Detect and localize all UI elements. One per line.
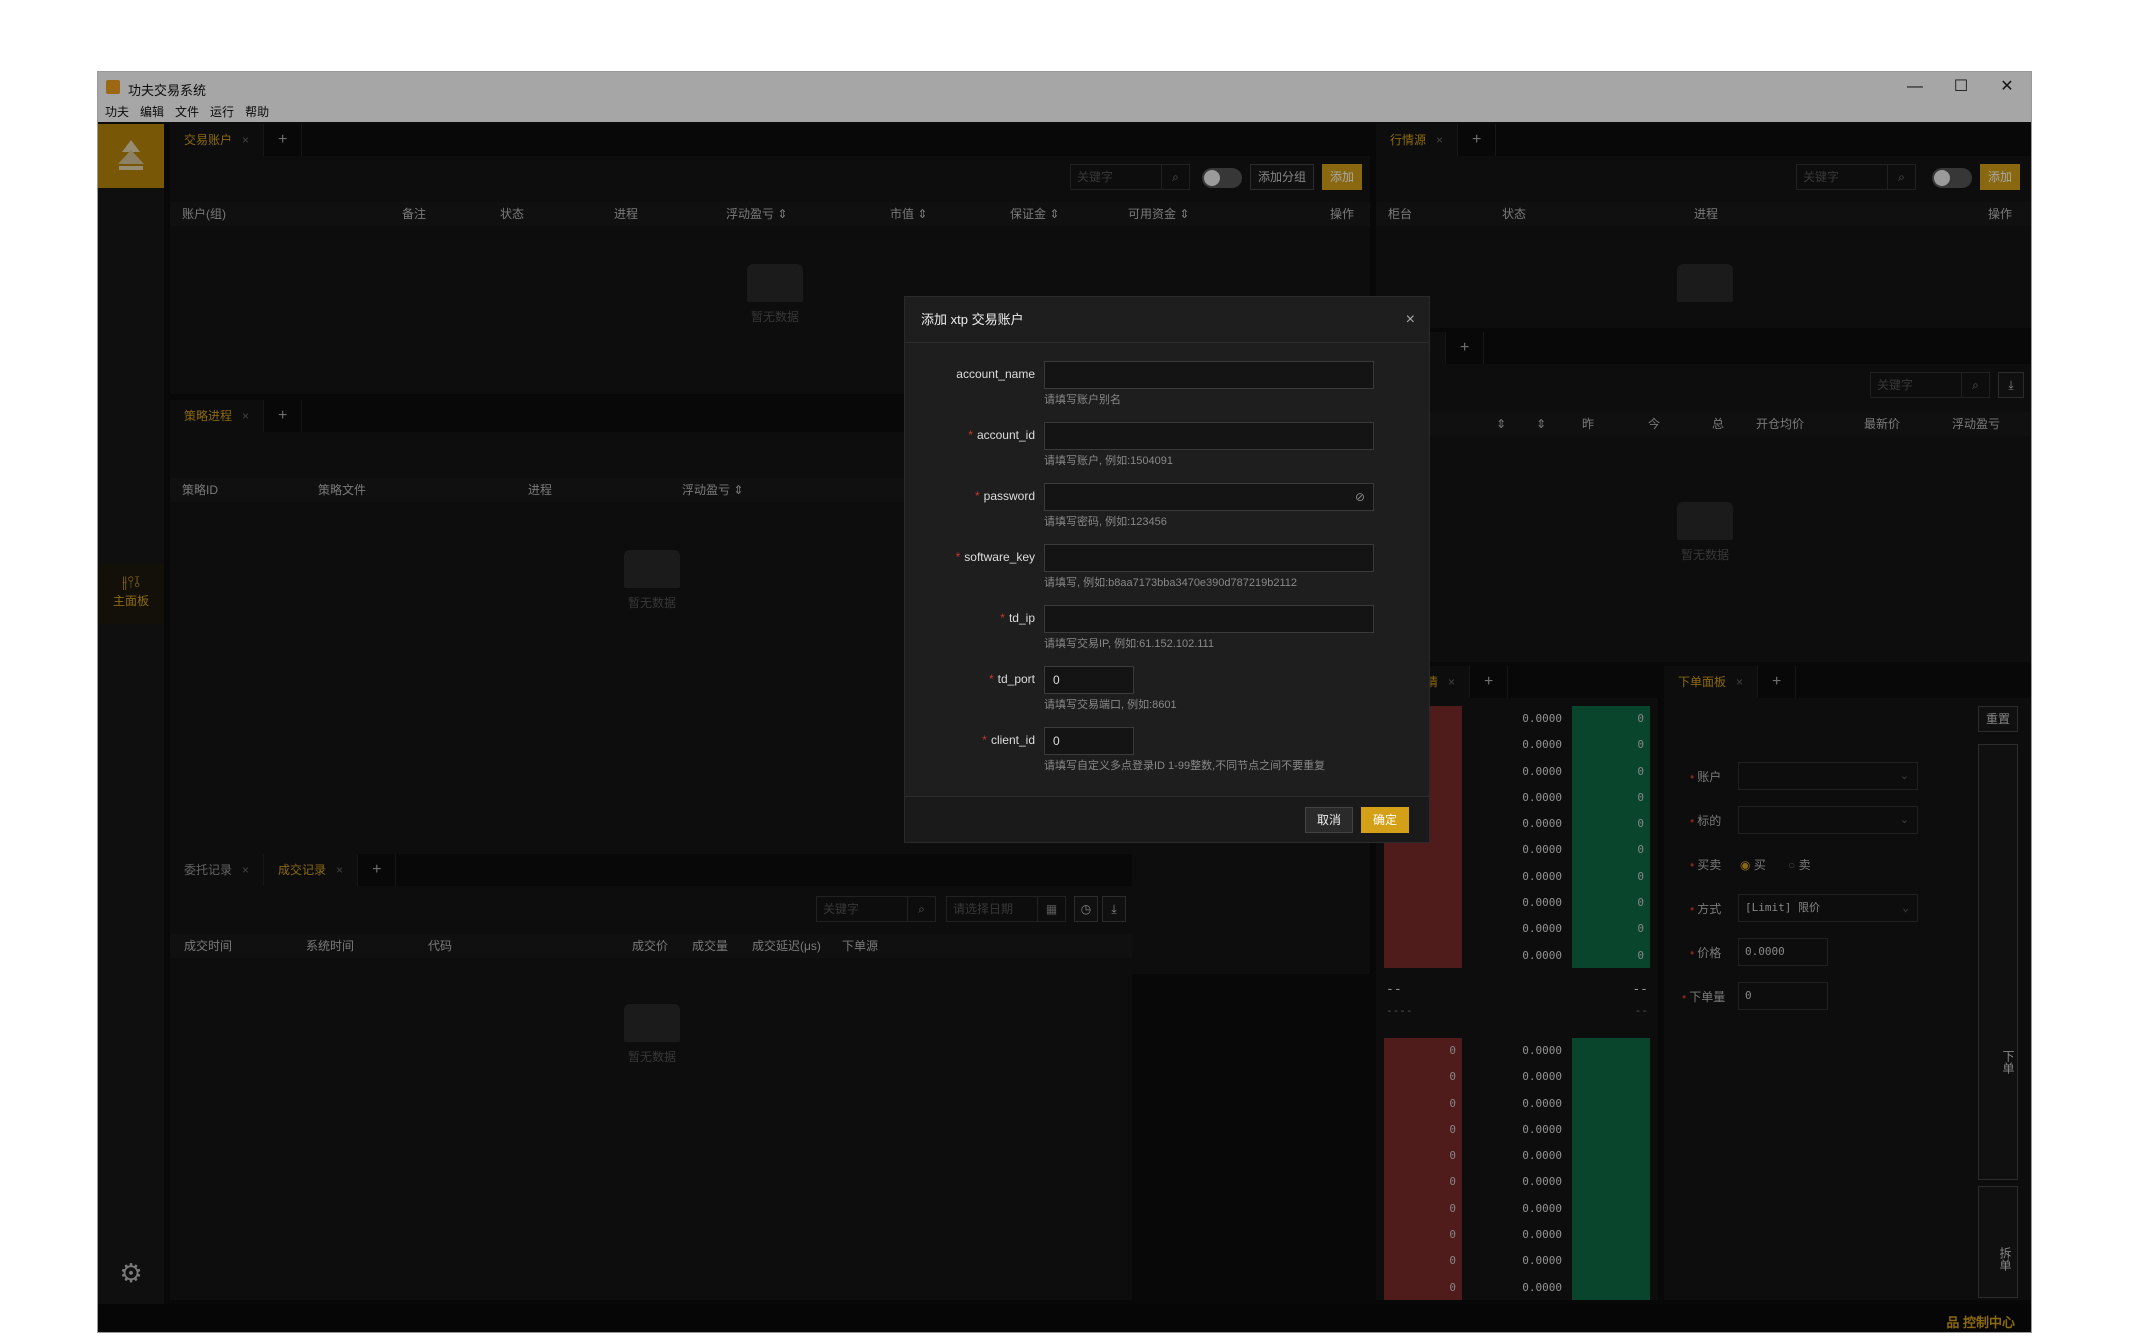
form-row-account-id: * account_id 请填写账户, 例如:1504091: [905, 414, 1429, 474]
field-label: * td_ip: [1000, 611, 1035, 625]
field-label: * software_key: [955, 550, 1035, 564]
password-input[interactable]: ⊘: [1044, 483, 1374, 511]
field-label: * client_id: [982, 733, 1035, 747]
cancel-button[interactable]: 取消: [1305, 807, 1353, 833]
eye-off-icon[interactable]: ⊘: [1355, 484, 1365, 510]
account-name-input[interactable]: [1044, 361, 1374, 389]
field-hint: 请填写, 例如:b8aa7173bba3470e390d787219b2112: [1044, 577, 1297, 589]
field-hint: 请填写交易IP, 例如:61.152.102.111: [1044, 638, 1214, 650]
td-ip-input[interactable]: [1044, 605, 1374, 633]
form-row-account-name: account_name 请填写账户别名: [905, 353, 1429, 413]
td-port-input[interactable]: 0: [1044, 666, 1134, 694]
app-window: 功夫交易系统 — ☐ ✕ 功夫 编辑 文件 运行 帮助 ⫲⫯⫱ 主面板 ⚙ 交易…: [97, 71, 2032, 1333]
form-row-password: * password ⊘ 请填写密码, 例如:123456: [905, 475, 1429, 535]
form-row-software-key: * software_key 请填写, 例如:b8aa7173bba3470e390…: [905, 536, 1429, 596]
field-label: * td_port: [988, 672, 1035, 686]
field-hint: 请填写交易端口, 例如:8601: [1044, 699, 1177, 711]
close-icon[interactable]: ×: [1406, 297, 1415, 343]
field-label: * password: [974, 489, 1035, 503]
field-hint: 请填写自定义多点登录ID 1-99整数,不同节点之间不要重复: [1044, 760, 1326, 772]
software-key-input[interactable]: [1044, 544, 1374, 572]
field-hint: 请填写密码, 例如:123456: [1044, 516, 1167, 528]
dialog-footer: 取消 确定: [905, 796, 1429, 842]
dialog-title: 添加 xtp 交易账户: [921, 312, 1024, 327]
confirm-button[interactable]: 确定: [1361, 807, 1409, 833]
form-row-client-id: * client_id 0 请填写自定义多点登录ID 1-99整数,不同节点之间不要重…: [905, 719, 1429, 779]
field-label: account_name: [956, 367, 1035, 381]
form-row-td-ip: * td_ip 请填写交易IP, 例如:61.152.102.111: [905, 597, 1429, 657]
dialog-header: 添加 xtp 交易账户 ×: [905, 297, 1429, 343]
field-label: * account_id: [968, 428, 1035, 442]
field-hint: 请填写账户, 例如:1504091: [1044, 455, 1173, 467]
field-hint: 请填写账户别名: [1044, 394, 1121, 406]
account-id-input[interactable]: [1044, 422, 1374, 450]
form-row-td-port: * td_port 0 请填写交易端口, 例如:8601: [905, 658, 1429, 718]
client-id-input[interactable]: 0: [1044, 727, 1134, 755]
add-account-dialog: 添加 xtp 交易账户 × account_name 请填写账户别名 * accoun…: [904, 296, 1430, 843]
